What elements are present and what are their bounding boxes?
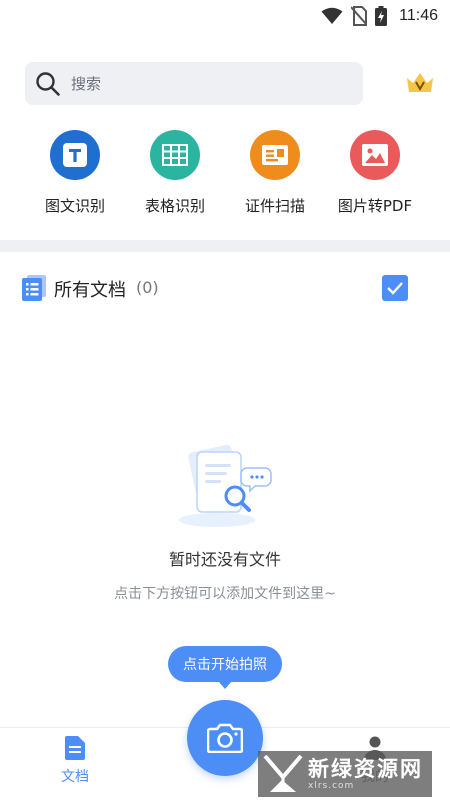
capture-tooltip: 点击开始拍照 bbox=[168, 646, 282, 682]
checkbox-icon bbox=[387, 282, 403, 295]
status-time: 11:46 bbox=[399, 7, 438, 24]
documents-count: (0) bbox=[136, 278, 159, 297]
tooltip-arrow bbox=[219, 682, 231, 689]
watermark-logo-icon bbox=[263, 754, 303, 792]
crown-icon[interactable] bbox=[405, 70, 435, 96]
nav-documents[interactable]: 文档 bbox=[50, 736, 100, 786]
select-checkbox[interactable] bbox=[382, 275, 408, 301]
id-card-scan-icon bbox=[250, 130, 300, 180]
wifi-icon bbox=[321, 7, 343, 24]
status-bar: 11:46 bbox=[0, 0, 450, 32]
tool-id-card-scan[interactable]: 证件扫描 bbox=[225, 130, 325, 216]
status-icons: 11:46 bbox=[321, 5, 438, 27]
watermark-subtext: xlrs.com bbox=[308, 781, 355, 791]
watermark-text-group: 新绿资源网 xlrs.com bbox=[308, 757, 423, 791]
watermark-text: 新绿资源网 bbox=[308, 757, 423, 781]
camera-icon bbox=[207, 723, 243, 753]
tool-label: 图文识别 bbox=[44, 197, 105, 215]
no-sim-icon bbox=[351, 6, 368, 26]
tool-label: 证件扫描 bbox=[244, 197, 305, 215]
document-icon bbox=[65, 736, 85, 760]
text-recognition-icon bbox=[50, 130, 100, 180]
nav-documents-label: 文档 bbox=[61, 769, 89, 785]
watermark: 新绿资源网 xlrs.com bbox=[258, 751, 432, 797]
search-input[interactable]: 搜索 bbox=[25, 62, 363, 105]
table-recognition-icon bbox=[150, 130, 200, 180]
search-placeholder: 搜索 bbox=[71, 75, 102, 93]
document-list-icon bbox=[22, 275, 46, 301]
tool-label: 图片转PDF bbox=[337, 197, 413, 215]
tool-image-to-pdf[interactable]: 图片转PDF bbox=[325, 130, 425, 216]
battery-charging-icon bbox=[375, 6, 388, 26]
documents-title: 所有文档 bbox=[54, 280, 126, 301]
documents-header: 所有文档 (0) bbox=[22, 272, 408, 304]
tool-shortcuts: 图文识别 表格识别 证件扫描 图片转PDF bbox=[0, 130, 450, 220]
empty-subtitle: 点击下方按钮可以添加文件到这里~ bbox=[114, 586, 336, 602]
empty-title: 暂时还没有文件 bbox=[168, 550, 281, 569]
tool-text-recognition[interactable]: 图文识别 bbox=[25, 130, 125, 216]
image-to-pdf-icon bbox=[350, 130, 400, 180]
search-row: 搜索 bbox=[25, 62, 435, 106]
tool-table-recognition[interactable]: 表格识别 bbox=[125, 130, 225, 216]
section-divider bbox=[0, 240, 450, 252]
camera-button[interactable] bbox=[187, 700, 263, 776]
empty-files-icon bbox=[179, 444, 272, 527]
search-icon bbox=[36, 71, 60, 96]
tool-label: 表格识别 bbox=[144, 197, 205, 215]
